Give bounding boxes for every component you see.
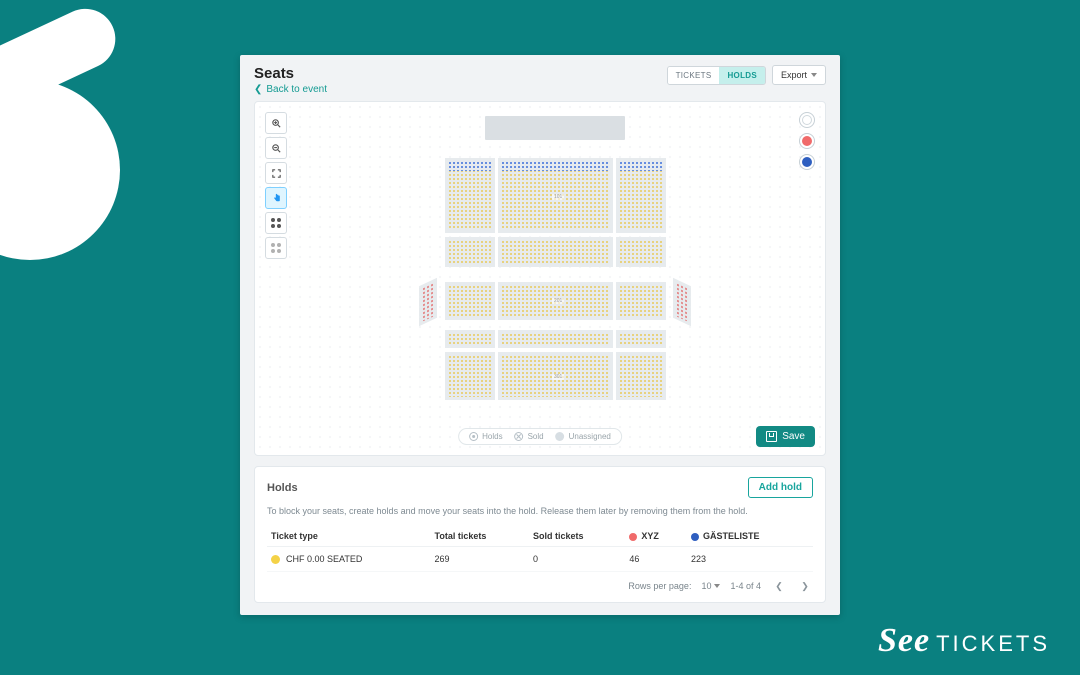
section-bal-r2[interactable]	[616, 352, 666, 400]
pan-hand-button[interactable]	[265, 187, 287, 209]
section-bal-l1[interactable]	[445, 330, 495, 348]
legend-xyz[interactable]	[799, 133, 815, 149]
save-label: Save	[782, 431, 805, 442]
gaesteliste-dot-icon	[691, 533, 699, 541]
legend-unassigned[interactable]	[799, 112, 815, 128]
caret-down-icon	[714, 584, 720, 588]
legend-gaesteliste[interactable]	[799, 154, 815, 170]
col-sold: Sold tickets	[529, 526, 625, 547]
next-page-button[interactable]: ❯	[797, 578, 813, 594]
sold-icon	[515, 432, 524, 441]
fullscreen-button[interactable]	[265, 162, 287, 184]
section-orch-right[interactable]	[616, 158, 666, 233]
rows-per-page-select[interactable]: 10	[701, 581, 720, 591]
canvas-toolbar	[265, 112, 287, 259]
stage-block	[485, 116, 625, 140]
seat-map-canvas[interactable]: 101 201 301 Holds Sold Unassign	[254, 101, 826, 456]
holds-panel: Holds Add hold To block your seats, crea…	[254, 466, 826, 603]
section-bal-c2[interactable]: 301	[498, 352, 613, 400]
table-pager: Rows per page: 10 1-4 of 4 ❮ ❯	[267, 578, 813, 594]
bg-decor-circle	[0, 80, 120, 260]
page-range: 1-4 of 4	[730, 581, 761, 591]
section-side-l[interactable]	[419, 278, 437, 326]
legend-sold: Sold	[515, 432, 544, 441]
holds-description: To block your seats, create holds and mo…	[267, 506, 813, 516]
page-title: Seats	[254, 65, 327, 82]
table-row[interactable]: CHF 0.00 SEATED 269 0 46 223	[267, 547, 813, 572]
export-label: Export	[781, 70, 807, 80]
brand-logo: See TICKETS	[878, 622, 1050, 660]
legend-unassigned-bottom: Unassigned	[556, 432, 611, 441]
holds-table: Ticket type Total tickets Sold tickets X…	[267, 526, 813, 572]
tab-tickets[interactable]: TICKETS	[668, 67, 720, 84]
select-row-button[interactable]	[265, 237, 287, 259]
tab-group: TICKETS HOLDS	[667, 66, 766, 85]
section-mezz-c1[interactable]	[498, 237, 613, 267]
section-bal-l2[interactable]	[445, 352, 495, 400]
app-header: Seats ❮ Back to event TICKETS HOLDS Expo…	[240, 55, 840, 101]
section-mezz-r1[interactable]	[616, 237, 666, 267]
prev-page-button[interactable]: ❮	[771, 578, 787, 594]
holds-title: Holds	[267, 482, 298, 494]
xyz-dot-icon	[629, 533, 637, 541]
caret-down-icon	[811, 73, 817, 77]
col-total: Total tickets	[431, 526, 530, 547]
col-ticket-type: Ticket type	[267, 526, 431, 547]
section-orch-center[interactable]: 101	[498, 158, 613, 233]
holds-header: Holds Add hold	[267, 477, 813, 498]
legend-holds: Holds	[469, 432, 502, 441]
save-icon	[766, 431, 777, 442]
save-button[interactable]: Save	[756, 426, 815, 447]
header-left: Seats ❮ Back to event	[254, 65, 327, 95]
section-mezz-l2[interactable]	[445, 282, 495, 320]
section-bal-r1[interactable]	[616, 330, 666, 348]
zoom-in-button[interactable]	[265, 112, 287, 134]
tab-holds[interactable]: HOLDS	[719, 67, 765, 84]
hold-color-legend	[799, 112, 815, 170]
chevron-left-icon: ❮	[254, 84, 262, 95]
select-seats-button[interactable]	[265, 212, 287, 234]
rows-per-page-label: Rows per page:	[628, 581, 691, 591]
col-hold-gaesteliste: GÄSTELISTE	[687, 526, 813, 547]
section-mezz-c2[interactable]: 201	[498, 282, 613, 320]
section-side-r[interactable]	[673, 278, 691, 326]
section-orch-left[interactable]	[445, 158, 495, 233]
header-right: TICKETS HOLDS Export	[667, 65, 826, 85]
ticket-color-dot	[271, 555, 280, 564]
section-bal-c1[interactable]	[498, 330, 613, 348]
export-button[interactable]: Export	[772, 65, 826, 85]
zoom-out-button[interactable]	[265, 137, 287, 159]
app-window: Seats ❮ Back to event TICKETS HOLDS Expo…	[240, 55, 840, 615]
section-mezz-l1[interactable]	[445, 237, 495, 267]
canvas-legend: Holds Sold Unassigned	[458, 428, 622, 445]
back-label: Back to event	[266, 84, 327, 95]
holds-icon	[469, 432, 478, 441]
unassigned-icon	[556, 432, 565, 441]
brand-see: See	[878, 622, 930, 660]
add-hold-button[interactable]: Add hold	[748, 477, 813, 498]
brand-tickets: TICKETS	[936, 631, 1050, 657]
back-to-event-link[interactable]: ❮ Back to event	[254, 84, 327, 95]
section-mezz-r2[interactable]	[616, 282, 666, 320]
col-hold-xyz: XYZ	[625, 526, 687, 547]
